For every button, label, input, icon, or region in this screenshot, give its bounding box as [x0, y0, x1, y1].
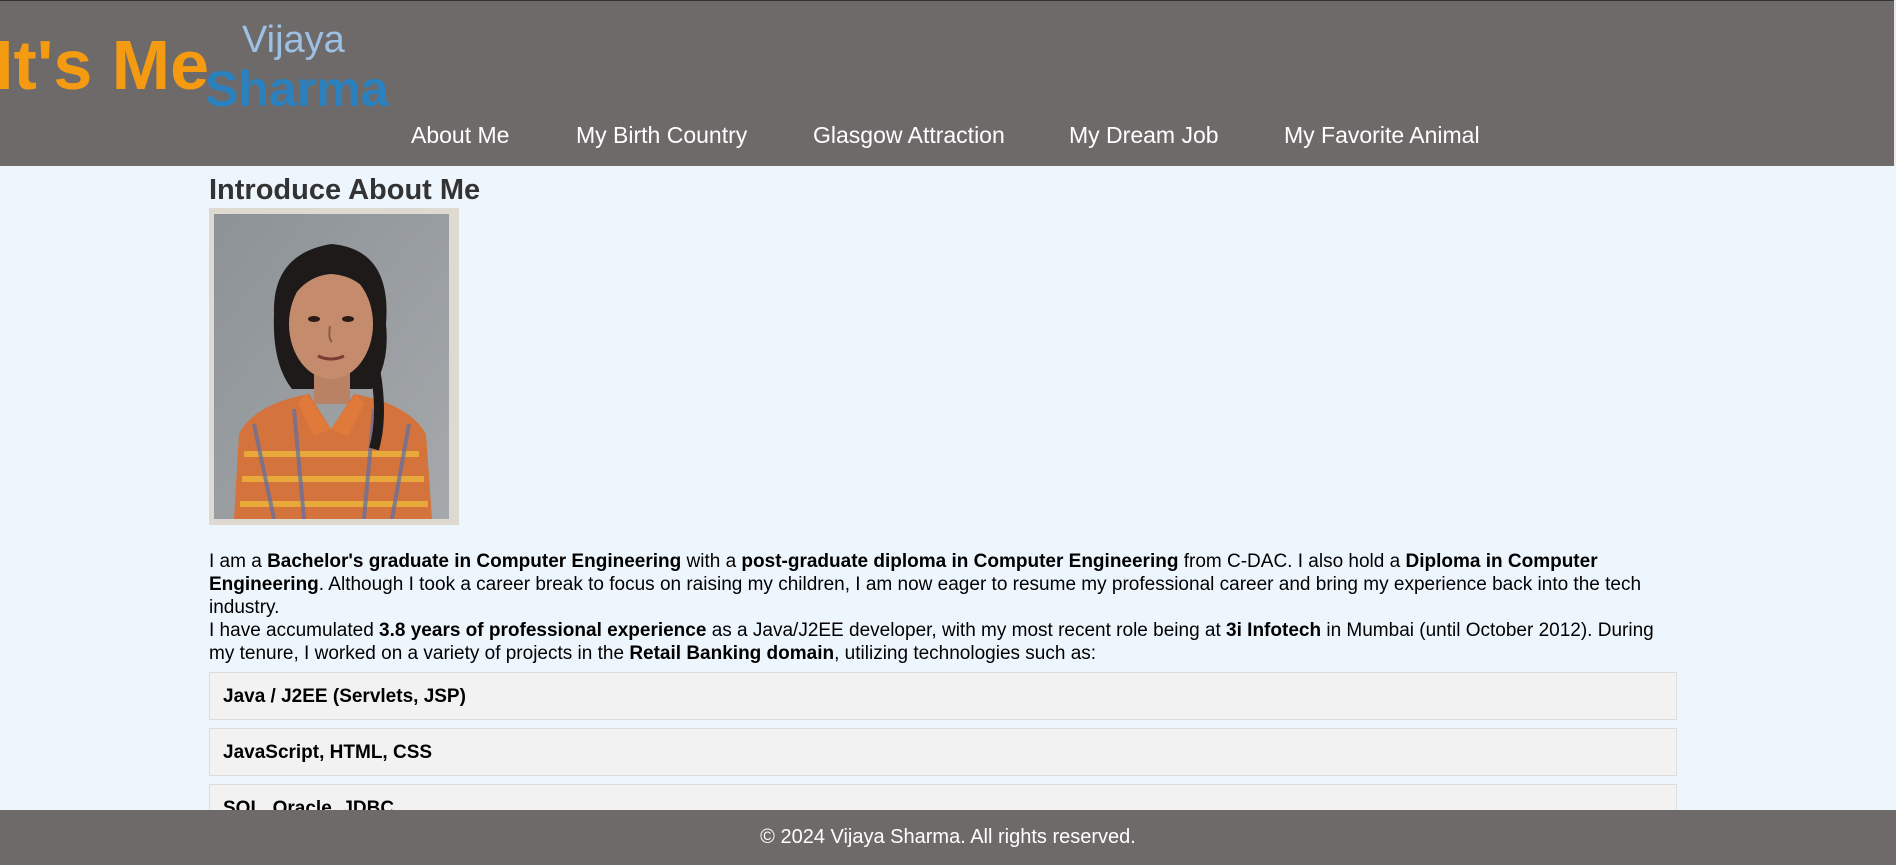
bio-text: I have accumulated	[209, 620, 380, 641]
bio-text: as a Java/J2EE developer, with my most r…	[706, 620, 1227, 641]
bio-paragraph-experience: I have accumulated 3.8 years of professi…	[209, 619, 1679, 665]
skill-item: JavaScript, HTML, CSS	[209, 728, 1677, 776]
nav-about-me[interactable]: About Me	[411, 120, 509, 150]
bio-text: with a	[681, 551, 742, 572]
bio-highlight: 3.8 years of professional experience	[379, 620, 707, 641]
bio-text: I am a	[209, 551, 268, 572]
bio-text: from C-DAC. I also hold a	[1178, 551, 1406, 572]
nav-my-dream-job[interactable]: My Dream Job	[1069, 120, 1219, 150]
page-title: Introduce About Me	[209, 174, 481, 206]
logo-last-name: Sharma	[205, 61, 389, 117]
main-nav: About Me My Birth Country Glasgow Attrac…	[0, 120, 1896, 150]
profile-photo-image	[214, 214, 449, 519]
nav-my-birth-country[interactable]: My Birth Country	[576, 120, 747, 150]
bio-highlight: 3i Infotech	[1226, 620, 1322, 641]
bio-section: I am a Bachelor's graduate in Computer E…	[209, 550, 1679, 665]
logo-first-name: Vijaya	[242, 19, 345, 61]
logo-tagline: It's Me	[0, 26, 210, 104]
profile-photo	[214, 214, 449, 519]
header-top-border	[0, 0, 1896, 1]
site-header: It's Me Vijaya Sharma About Me My Birth …	[0, 0, 1896, 166]
bio-paragraph-education: I am a Bachelor's graduate in Computer E…	[209, 550, 1679, 619]
skill-item: Java / J2EE (Servlets, JSP)	[209, 672, 1677, 720]
main-content: Introduce About Me I am a Bachelor's gra…	[209, 172, 1679, 832]
bio-text: . Although I took a career break to focu…	[209, 574, 1642, 618]
bio-highlight: post-graduate diploma in Computer Engine…	[741, 551, 1179, 572]
nav-glasgow-attraction[interactable]: Glasgow Attraction	[813, 120, 1005, 150]
bio-text: , utilizing technologies such as:	[834, 643, 1097, 664]
profile-photo-frame	[209, 208, 459, 525]
footer-copyright: © 2024 Vijaya Sharma. All rights reserve…	[760, 826, 1136, 848]
nav-my-favorite-animal[interactable]: My Favorite Animal	[1284, 120, 1480, 150]
bio-highlight: Bachelor's graduate in Computer Engineer…	[267, 551, 682, 572]
bio-highlight: Retail Banking domain	[629, 643, 835, 664]
site-footer: © 2024 Vijaya Sharma. All rights reserve…	[0, 810, 1896, 865]
